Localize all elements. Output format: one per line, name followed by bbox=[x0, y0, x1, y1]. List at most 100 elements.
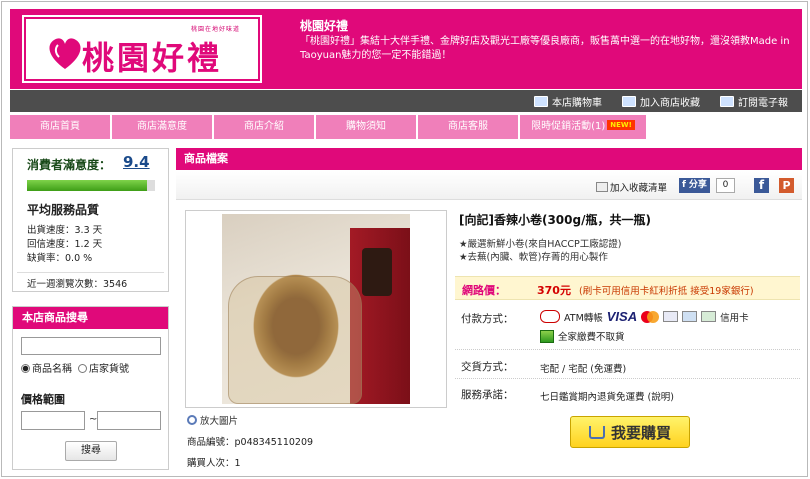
store-search-panel: 本店商品搜尋 商品名稱 店家貨號 價格範圍 ~ 搜尋 bbox=[12, 306, 169, 470]
product-image[interactable] bbox=[222, 214, 410, 404]
store-description: 「桃園好禮」集結十大伴手禮、金牌好店及觀光工廠等優良廠商，販售萬中選一的在地好物… bbox=[300, 36, 790, 61]
satisfaction-score[interactable]: 9.4 bbox=[123, 153, 150, 171]
visa-logo: VISA bbox=[606, 309, 638, 324]
box-seal-image bbox=[362, 248, 392, 296]
family-mart-label: 全家繳費不取貨 bbox=[558, 332, 625, 343]
divider bbox=[455, 378, 800, 379]
nav-shopping-info[interactable]: 購物須知 bbox=[316, 115, 416, 139]
cart-link[interactable]: 本店購物車 bbox=[534, 94, 602, 109]
nav-promotion[interactable]: 限時促銷活動(1) NEW! bbox=[520, 115, 646, 139]
delivery-value: 宅配 / 宅配 (免運費) bbox=[540, 364, 627, 375]
search-title: 本店商品搜尋 bbox=[13, 307, 168, 329]
weekly-visits: 近一週瀏覽次數：3546 bbox=[17, 272, 164, 290]
unionpay-icon bbox=[701, 311, 717, 322]
radio-sku[interactable]: 店家貨號 bbox=[78, 360, 129, 375]
facebook-f-mark: f bbox=[682, 180, 686, 190]
divider bbox=[455, 349, 800, 350]
product-desc-1: ★嚴選新鮮小卷(來自HACCP工廠認證) bbox=[459, 239, 622, 250]
buy-button-label: 我要購買 bbox=[610, 423, 671, 442]
page-frame: 桃園在地好味道 桃園好禮 桃園好禮 「桃園好禮」集結十大伴手禮、金牌好店及觀光工… bbox=[1, 1, 808, 477]
store-header: 桃園在地好味道 桃園好禮 桃園好禮 「桃園好禮」集結十大伴手禮、金牌好店及觀光工… bbox=[10, 9, 802, 89]
facebook-share-label: 分享 bbox=[688, 180, 707, 190]
newsletter-link[interactable]: 訂閱電子報 bbox=[720, 94, 788, 109]
store-toolbar: 本店購物車 加入商店收藏 訂閱電子報 bbox=[10, 90, 802, 112]
store-title: 桃園好禮 bbox=[300, 19, 349, 33]
bookmark-store-link[interactable]: 加入商店收藏 bbox=[622, 94, 700, 109]
nav-satisfaction[interactable]: 商店滿意度 bbox=[112, 115, 212, 139]
add-favorite-icon bbox=[596, 182, 608, 192]
add-favorite-label: 加入收藏清單 bbox=[610, 183, 668, 194]
buyer-count: 購買人次：1 bbox=[187, 458, 241, 469]
price-value: 370元 bbox=[537, 284, 571, 297]
radio-product-name[interactable]: 商品名稱 bbox=[21, 360, 72, 375]
atm-label: ATM轉帳 bbox=[564, 312, 603, 324]
search-input[interactable] bbox=[21, 337, 161, 355]
product-title: [向記]香辣小卷(300g/瓶，共一瓶) bbox=[459, 213, 651, 227]
add-favorite-link[interactable]: 加入收藏清單 bbox=[596, 180, 667, 194]
ship-speed: 出貨速度：3.3 天 bbox=[27, 225, 103, 236]
atm-icon bbox=[540, 310, 560, 323]
store-nav: 商店首頁 商店滿意度 商店介紹 購物須知 商店客服 限時促銷活動(1) NEW! bbox=[10, 115, 802, 139]
search-button[interactable]: 搜尋 bbox=[65, 441, 117, 461]
logo-tagline: 桃園在地好味道 bbox=[190, 26, 240, 33]
bookmark-icon bbox=[622, 96, 636, 107]
bookmark-link-label: 加入商店收藏 bbox=[640, 98, 700, 109]
payment-methods: ATM轉帳 VISA 信用卡 bbox=[540, 309, 749, 324]
mastercard-icon bbox=[641, 310, 660, 323]
cart-icon bbox=[534, 96, 548, 107]
store-logo[interactable]: 桃園在地好味道 桃園好禮 bbox=[22, 15, 262, 83]
product-image-frame bbox=[185, 210, 447, 408]
radio-sku-label: 店家貨號 bbox=[89, 364, 129, 375]
facebook-share-count: 0 bbox=[716, 178, 735, 193]
share-bar: 加入收藏清單 f 分享 0 f P bbox=[176, 172, 802, 200]
family-mart-payment: 全家繳費不取貨 bbox=[540, 329, 625, 343]
search-mode: 商品名稱 店家貨號 bbox=[21, 360, 129, 375]
price-band: 網路價： 370元 (刷卡可用信用卡紅利折抵 接受19家銀行) bbox=[455, 276, 800, 300]
product-code: 商品編號：p048345110209 bbox=[187, 437, 314, 448]
mail-icon bbox=[720, 96, 734, 107]
buy-button[interactable]: 我要購買 bbox=[570, 416, 690, 448]
payment-label: 付款方式： bbox=[461, 313, 514, 325]
promise-label: 服務承諾： bbox=[461, 389, 514, 401]
jcb-icon bbox=[663, 311, 679, 322]
newsletter-link-label: 訂閱電子報 bbox=[738, 98, 788, 109]
credit-card-label: 信用卡 bbox=[720, 312, 749, 324]
price-label: 網路價： bbox=[462, 284, 506, 297]
zoom-icon bbox=[187, 415, 197, 425]
zoom-image-link[interactable]: 放大圖片 bbox=[187, 413, 238, 427]
nav-promotion-label: 限時促銷活動(1) bbox=[531, 121, 606, 132]
zoom-label: 放大圖片 bbox=[200, 416, 239, 427]
cart-link-label: 本店購物車 bbox=[552, 98, 602, 109]
plurk-icon[interactable]: P bbox=[779, 178, 794, 193]
nav-home[interactable]: 商店首頁 bbox=[10, 115, 110, 139]
cart-icon bbox=[588, 425, 605, 439]
new-badge: NEW! bbox=[607, 120, 635, 130]
price-max-input[interactable] bbox=[97, 411, 161, 430]
satisfaction-bar bbox=[27, 180, 147, 191]
radio-dot-checked bbox=[21, 364, 30, 373]
delivery-label: 交貨方式： bbox=[461, 361, 514, 373]
reply-speed: 回信速度：1.2 天 bbox=[27, 239, 103, 250]
satisfaction-panel: 消費者滿意度： 9.4 平均服務品質 出貨速度：3.3 天 回信速度：1.2 天… bbox=[12, 148, 169, 292]
price-note: (刷卡可用信用卡紅利折抵 接受19家銀行) bbox=[579, 286, 754, 297]
nav-intro[interactable]: 商店介紹 bbox=[214, 115, 314, 139]
amex-icon bbox=[682, 311, 698, 322]
product-desc-2: ★去蕪(內臟、軟管)存菁的用心製作 bbox=[459, 252, 608, 263]
facebook-icon[interactable]: f bbox=[754, 178, 769, 193]
jar-image bbox=[228, 276, 362, 404]
price-range-title: 價格範圍 bbox=[21, 393, 65, 406]
radio-product-name-label: 商品名稱 bbox=[32, 364, 72, 375]
promise-value[interactable]: 七日鑑賞期內退貨免運費 (說明) bbox=[540, 389, 674, 403]
service-quality-title: 平均服務品質 bbox=[27, 203, 100, 217]
out-of-stock-rate: 缺貨率：0.0 % bbox=[27, 253, 93, 264]
heart-icon bbox=[49, 38, 81, 69]
price-min-input[interactable] bbox=[21, 411, 85, 430]
nav-customer-service[interactable]: 商店客服 bbox=[418, 115, 518, 139]
section-title: 商品檔案 bbox=[176, 148, 802, 170]
family-mart-icon bbox=[540, 329, 554, 343]
facebook-share-button[interactable]: f 分享 bbox=[679, 178, 710, 193]
satisfaction-bar-rest bbox=[147, 180, 155, 191]
satisfaction-label: 消費者滿意度： bbox=[27, 158, 112, 172]
logo-text: 桃園好禮 bbox=[82, 39, 223, 77]
radio-dot bbox=[78, 364, 87, 373]
